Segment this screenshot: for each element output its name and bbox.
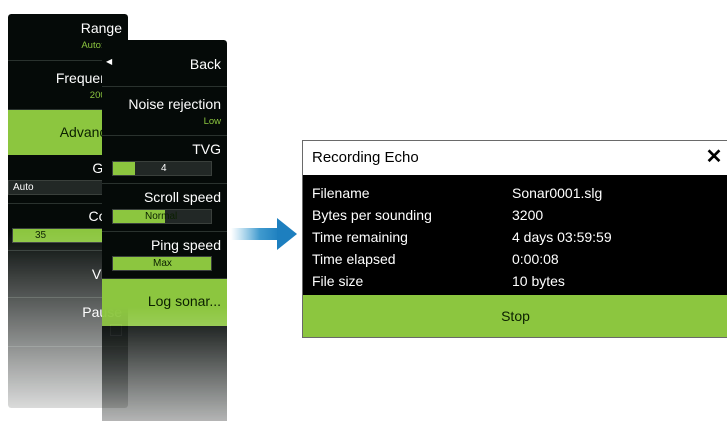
close-icon[interactable]: ✕: [704, 147, 724, 167]
menu-item-label: Log sonar...: [147, 293, 221, 309]
back-button[interactable]: ◀ Back: [102, 40, 227, 87]
menu-item-label: Noise rejection: [128, 96, 221, 112]
menu-item-label: Range: [80, 20, 122, 36]
info-key: Bytes per sounding: [312, 207, 432, 223]
info-row: Bytes per sounding 3200: [312, 207, 727, 227]
ping-speed-slider[interactable]: Max: [112, 256, 212, 271]
info-value: Sonar0001.slg: [512, 185, 603, 201]
menu-item-noise-rejection[interactable]: Noise rejection Low: [102, 87, 227, 136]
menu-item-log-sonar[interactable]: Log sonar...: [102, 279, 227, 326]
menu-item-scroll-speed[interactable]: Scroll speed Normal: [102, 184, 227, 232]
advanced-submenu: ◀ Back Noise rejection Low TVG 4 Scroll …: [102, 40, 227, 421]
info-row: Time remaining 4 days 03:59:59: [312, 229, 727, 249]
gain-value: Auto: [13, 182, 34, 193]
info-row: Filename Sonar0001.slg: [312, 185, 727, 205]
info-value: 0:00:08: [512, 251, 559, 267]
back-arrow-icon: ◀: [106, 57, 113, 66]
info-key: Time remaining: [312, 229, 408, 245]
ping-speed-value: Max: [153, 258, 172, 269]
info-key: File size: [312, 273, 364, 289]
color-value: 35: [35, 230, 47, 241]
menu-item-label: TVG: [192, 141, 221, 157]
menu-item-label: Ping speed: [150, 237, 221, 253]
info-row: Time elapsed 0:00:08: [312, 251, 727, 271]
menu-item-tvg[interactable]: TVG 4: [102, 136, 227, 184]
info-key: Filename: [312, 185, 370, 201]
stop-button[interactable]: Stop: [303, 295, 727, 337]
recording-echo-dialog: Recording Echo ✕ Filename Sonar0001.slg …: [302, 140, 727, 338]
info-value: 4 days 03:59:59: [512, 229, 612, 245]
scroll-speed-slider[interactable]: Normal: [112, 209, 212, 224]
menu-item-ping-speed[interactable]: Ping speed Max: [102, 232, 227, 279]
tvg-slider-fill: [113, 162, 135, 175]
noise-rejection-value: Low: [203, 116, 221, 127]
dialog-title-bar: Recording Echo ✕: [303, 141, 727, 177]
info-value: 10 bytes: [512, 273, 565, 289]
tvg-slider[interactable]: 4: [112, 161, 212, 176]
info-row: File size 10 bytes: [312, 273, 727, 293]
info-value: 3200: [512, 207, 544, 223]
tvg-value: 4: [161, 163, 167, 174]
arrow-right-icon: [231, 218, 297, 250]
info-key: Time elapsed: [312, 251, 396, 267]
scroll-speed-value: Normal: [145, 211, 178, 222]
menu-item-label: Scroll speed: [143, 189, 221, 205]
back-label: Back: [189, 56, 221, 72]
dialog-title: Recording Echo: [312, 149, 419, 166]
